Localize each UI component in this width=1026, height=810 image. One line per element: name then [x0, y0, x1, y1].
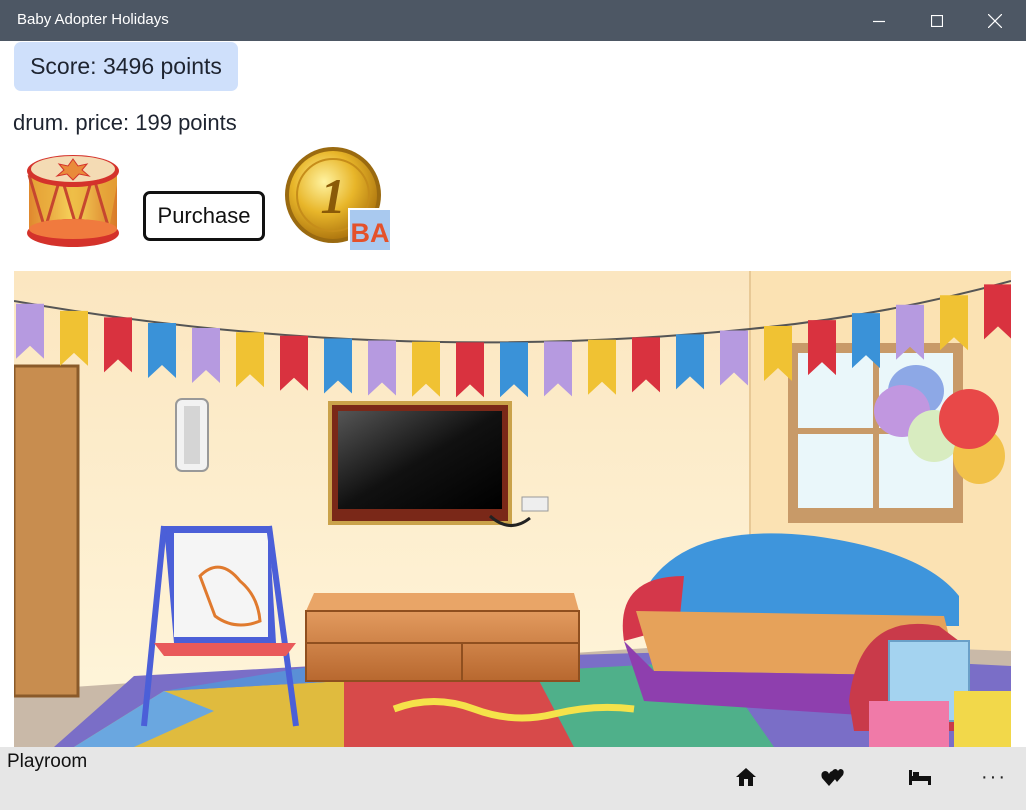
close-icon [988, 13, 1002, 28]
home-icon [736, 768, 756, 786]
love-button[interactable] [813, 759, 853, 795]
drum-icon[interactable] [23, 145, 123, 251]
maximize-button[interactable] [908, 0, 966, 41]
bed-icon [909, 770, 931, 785]
coin-badge: BA [351, 218, 390, 248]
title-bar: Baby Adopter Holidays [0, 0, 1026, 41]
coin-numeral: 1 [321, 168, 346, 224]
app-content: Score: 3496 points drum. price: 199 poin… [1, 41, 1025, 747]
more-button[interactable]: ··· [974, 759, 1014, 795]
maximize-icon [931, 14, 943, 27]
purchase-button[interactable]: Purchase [143, 191, 265, 241]
page-name: Playroom [7, 751, 88, 772]
hearts-icon [821, 769, 844, 786]
minimize-icon [873, 20, 885, 22]
minimize-button[interactable] [850, 0, 908, 41]
coin-icon: 1 BA [285, 147, 392, 252]
playroom-scene [14, 271, 1011, 747]
app-bar: Playroom ··· [0, 747, 1026, 810]
home-button[interactable] [726, 759, 766, 795]
close-button[interactable] [966, 0, 1024, 41]
window-title: Baby Adopter Holidays [17, 11, 169, 28]
bedroom-button[interactable] [900, 759, 940, 795]
score-display: Score: 3496 points [14, 42, 238, 91]
item-price-label: drum. price: 199 points [13, 110, 237, 135]
